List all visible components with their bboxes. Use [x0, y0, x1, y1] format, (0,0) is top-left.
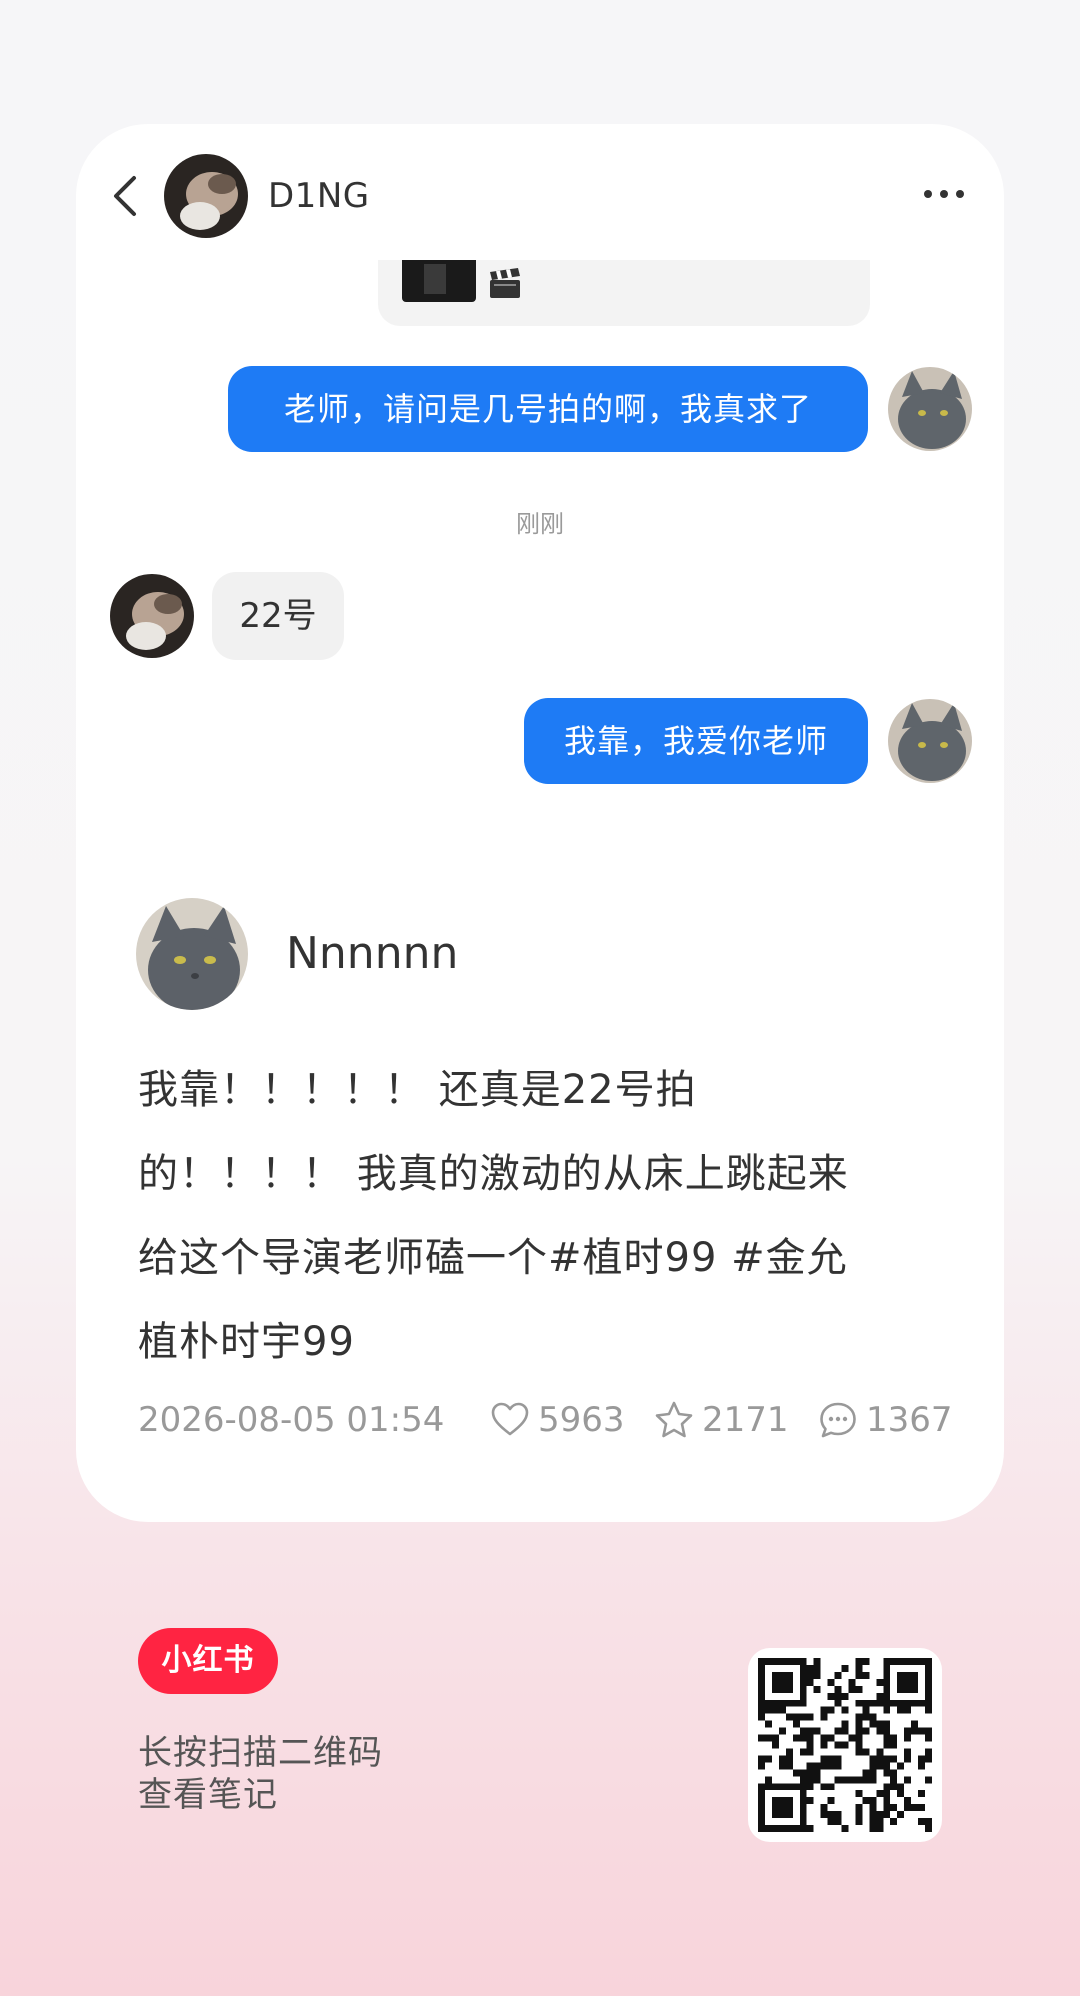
contact-avatar[interactable] — [164, 154, 248, 238]
author-avatar[interactable] — [136, 898, 248, 1010]
comment-count: 1367 — [866, 1400, 953, 1440]
message-bubble-sent[interactable]: 我靠，我爱你老师 — [524, 698, 868, 784]
scan-hint-line: 长按扫描二维码 — [138, 1733, 383, 1773]
note-line: 的！！！！ 我真的激动的从床上跳起来 — [138, 1151, 849, 1197]
qr-code-pattern — [758, 1658, 932, 1832]
video-thumbnail — [402, 260, 476, 302]
xiaohongshu-logo: 小红书 — [138, 1628, 278, 1694]
star-icon — [655, 1401, 693, 1438]
time-separator: 刚刚 — [516, 510, 564, 538]
qr-code[interactable] — [748, 1648, 942, 1842]
contact-name: D1NG — [268, 176, 370, 216]
note-line: 我靠！！！！！ 还真是22号拍 — [138, 1067, 697, 1113]
note-date: 2026-08-05 01:54 — [138, 1400, 445, 1440]
comment-icon — [820, 1402, 856, 1438]
my-avatar[interactable] — [888, 699, 972, 783]
note-content: 我靠！！！！！ 还真是22号拍 的！！！！ 我真的激动的从床上跳起来 给这个导演… — [138, 1048, 938, 1384]
message-bubble-sent[interactable]: 老师，请问是几号拍的啊，我真求了 — [228, 366, 868, 452]
note-line: 植朴时宇99 — [138, 1319, 355, 1365]
author-name[interactable]: Nnnnnn — [286, 928, 458, 979]
scan-hint: 长按扫描二维码 查看笔记 — [138, 1732, 383, 1816]
scan-hint-line: 查看笔记 — [138, 1775, 278, 1815]
note-stats: 2026-08-05 01:54 5963 2171 1367 — [138, 1394, 958, 1444]
favorite-count: 2171 — [702, 1400, 789, 1440]
note-line: 给这个导演老师磕一个#植时99 #金允 — [138, 1235, 848, 1281]
shared-video-message[interactable] — [378, 260, 870, 326]
like-count: 5963 — [538, 1400, 625, 1440]
heart-icon — [491, 1402, 529, 1436]
message-bubble-received[interactable]: 22号 — [212, 572, 344, 660]
contact-message-avatar[interactable] — [110, 574, 194, 658]
my-avatar[interactable] — [888, 367, 972, 451]
shared-note-card: D1NG 老师，请问是几号拍的啊，我真求了 刚刚 22号 我靠，我爱你老师 Nn… — [76, 124, 1004, 1522]
more-options-icon[interactable] — [920, 184, 968, 204]
clapper-board-icon — [490, 268, 520, 298]
back-arrow-icon[interactable] — [106, 172, 146, 220]
